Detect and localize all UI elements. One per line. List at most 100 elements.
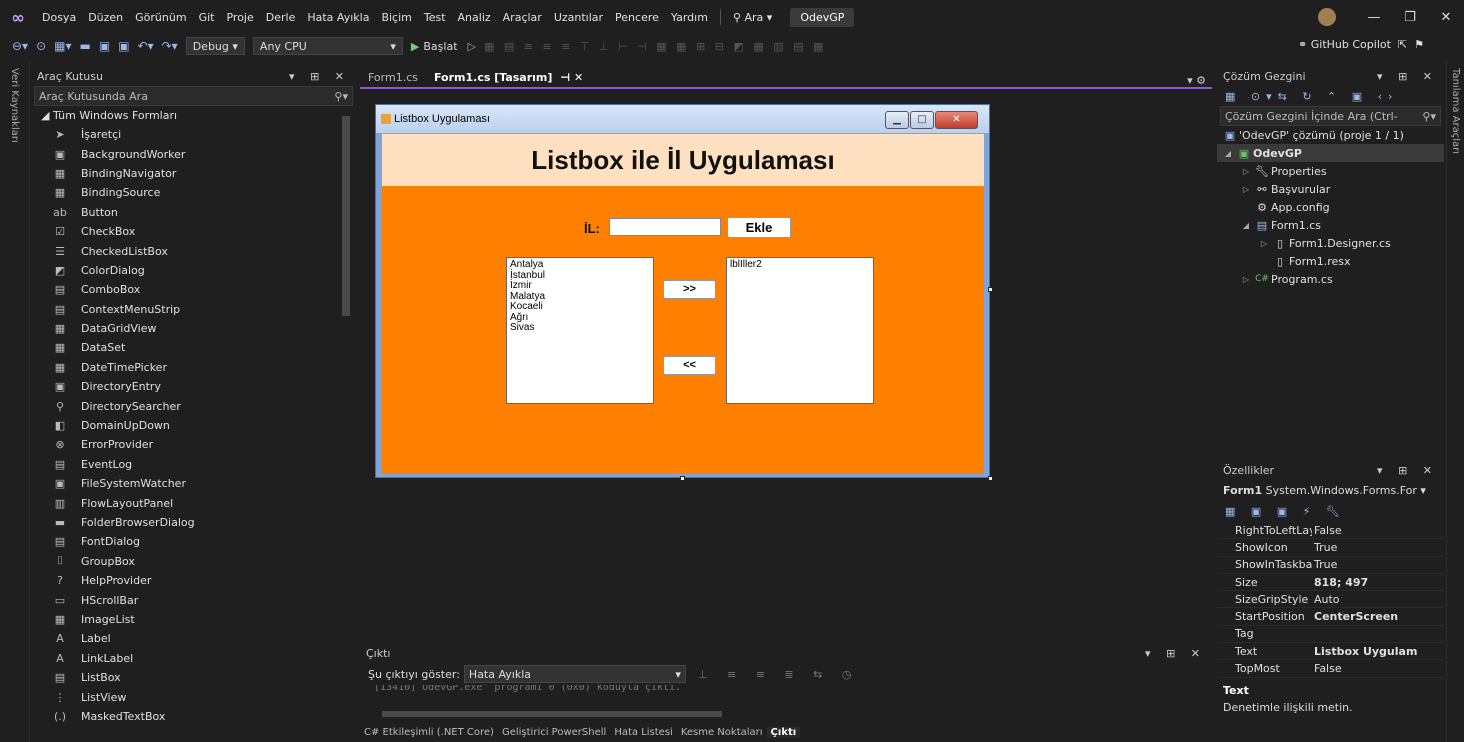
list-item[interactable]: Antalya [510,259,650,271]
menu-item[interactable]: Test [418,11,452,24]
toolbox-item[interactable]: ▣ BackgroundWorker [31,144,356,163]
tree-item-references[interactable]: ▷ ⚯ Başvurular [1217,180,1444,198]
move-left-button[interactable]: << [663,356,716,375]
menu-item[interactable]: Proje [220,11,259,24]
property-value[interactable]: True [1312,541,1337,554]
tree-item-form1-designer[interactable]: ▷ ▯ Form1.Designer.cs [1217,234,1444,252]
toolbox-item[interactable]: ▤ ContextMenuStrip [31,300,356,319]
expand-icon[interactable]: ▷ [1239,275,1253,284]
output-toolbar-icons[interactable]: ⊥ ≡ ≡ ≣ ⇆ ◷ [698,668,860,681]
designed-form[interactable]: Listbox Uygulaması ▁ □ ✕ Listbox ile İl … [375,104,990,478]
toolbox-item[interactable]: ▦ DataSet [31,338,356,357]
list-item[interactable]: İzmir [510,280,650,292]
menu-item[interactable]: Araçlar [497,11,548,24]
toolbox-item[interactable]: ▤ ListBox [31,668,356,687]
property-value[interactable]: True [1312,558,1337,571]
tree-item-form1-resx[interactable]: ▯ Form1.resx [1217,252,1444,270]
bottom-tab[interactable]: Hata Listesi [610,727,677,738]
toolbox-item[interactable]: ▦ ImageList [31,610,356,629]
toolbox-item[interactable]: ⊗ ErrorProvider [31,435,356,454]
toolbox-item[interactable]: ▣ FileSystemWatcher [31,474,356,493]
solution-search-input[interactable]: Çözüm Gezgini İçinde Ara (Ctrl- ⚲▾ [1220,106,1441,126]
output-source-select[interactable]: Hata Ayıkla ▾ [463,665,686,683]
resize-handle-bottom[interactable] [680,476,685,481]
toolbox-item[interactable]: ab Button [31,203,356,222]
solution-toolbar[interactable]: ▦ ⊙▾⇆ ↻ ⌃ ▣ ‹› [1217,86,1444,106]
platform-select[interactable]: Any CPU ▾ [252,37,403,55]
toolbox-item[interactable]: ☰ CheckedListBox [31,241,356,260]
toolbox-item[interactable]: ⌷ GroupBox [31,552,356,571]
start-icon[interactable]: ▶ [407,40,423,53]
menu-item[interactable]: Dosya [36,11,82,24]
expand-icon[interactable]: ◢ [1239,221,1253,230]
new-project-icon[interactable]: ▦▾ [50,39,75,53]
toolbox-item[interactable]: (.) MaskedTextBox [31,707,356,726]
property-row[interactable]: SizeGripStyle Auto [1217,591,1444,609]
toolbox-item[interactable]: ▤ ComboBox [31,280,356,299]
add-button[interactable]: Ekle [727,217,791,238]
expand-icon[interactable]: ◢ [1221,149,1235,158]
property-row[interactable]: ShowIcon True [1217,539,1444,557]
form-minimize-icon[interactable]: ▁ [885,111,909,129]
move-right-button[interactable]: >> [663,280,716,299]
toolbox-item[interactable]: ▣ DirectoryEntry [31,377,356,396]
properties-object-select[interactable]: Form1 System.Windows.Forms.For ▾ [1217,480,1444,500]
property-row[interactable]: StartPosition CenterScreen [1217,608,1444,626]
form-close-icon[interactable]: ✕ [935,111,978,129]
save-icon[interactable]: ▣ [95,39,114,53]
property-row[interactable]: Size 818; 497 [1217,574,1444,592]
toolbox-item[interactable]: ▦ DateTimePicker [31,358,356,377]
back-icon[interactable]: ⊖▾ [8,39,32,53]
toolbox-item[interactable]: ▭ HScrollBar [31,590,356,609]
close-icon[interactable]: ✕ [1428,10,1464,25]
open-icon[interactable]: ▬ [76,39,95,53]
menu-item[interactable]: Git [193,11,221,24]
toolbox-item[interactable]: ▤ FontDialog [31,532,356,551]
forward-icon[interactable]: ⊙ [32,39,50,53]
settings-gear-icon[interactable]: ▾ ⚙ [1187,74,1212,87]
toolbox-item[interactable]: ▥ FlowLayoutPanel [31,493,356,512]
toolbox-item[interactable]: ? HelpProvider [31,571,356,590]
menu-item[interactable]: Biçim [375,11,417,24]
avatar[interactable] [1318,8,1336,26]
tree-item-form1[interactable]: ◢ ▤ Form1.cs [1217,216,1444,234]
properties-toolbar[interactable]: ▦ ▣ ▣ ⚡ 🔧︎ [1217,500,1444,522]
toolbox-item[interactable]: ▦ DataGridView [31,319,356,338]
bottom-tab[interactable]: Çıktı [766,726,801,738]
il-input[interactable] [609,218,721,236]
toolbox-item[interactable]: A Label [31,629,356,648]
toolbox-item[interactable]: ▦ BindingNavigator [31,164,356,183]
output-hscrollbar[interactable] [368,711,1204,719]
tree-item-properties[interactable]: ▷ 🔧︎ Properties [1217,162,1444,180]
bottom-tab[interactable]: Kesme Noktaları [677,727,767,738]
property-value[interactable]: Listbox Uygulam [1312,645,1417,658]
property-value[interactable]: False [1312,662,1342,675]
resize-handle-corner[interactable] [988,476,993,481]
project-name-badge[interactable]: OdevGP [790,7,855,27]
menu-item[interactable]: Analiz [452,11,497,24]
search-icon[interactable]: ⚲▾ [1422,110,1436,123]
copilot-button[interactable]: ⚭ GitHub Copilot ⇱ ⚑ [1298,38,1424,51]
menu-item[interactable]: Pencere [609,11,665,24]
menu-item[interactable]: Derle [260,11,302,24]
expand-icon[interactable]: ▷ [1257,239,1271,248]
toolbox-item[interactable]: ◧ DomainUpDown [31,416,356,435]
menu-item[interactable]: Hata Ayıkla [301,11,375,24]
toolbox-group[interactable]: ◢ Tüm Windows Formları [31,106,356,125]
list-item[interactable]: Sivas [510,322,650,334]
tree-item-appconfig[interactable]: ⚙ App.config [1217,198,1444,216]
toolbox-item[interactable]: ⋮ ListView [31,687,356,706]
list-item[interactable]: Kocaeli [510,301,650,313]
toolbox-item[interactable]: ▬ FolderBrowserDialog [31,513,356,532]
expand-icon[interactable]: ▷ [1239,167,1253,176]
toolbox-item[interactable]: ◩ ColorDialog [31,261,356,280]
toolbox-scrollbar[interactable] [342,116,350,316]
diagnostic-tools-strip[interactable]: Tanılama Araçları [1446,62,1464,742]
tree-item-program[interactable]: ▷ C# Program.cs [1217,270,1444,288]
resize-handle-right[interactable] [988,287,993,292]
search-menu[interactable]: ⚲ Ara ▾ [727,11,778,24]
search-icon[interactable]: ⚲▾ [334,90,348,103]
menu-item[interactable]: Görünüm [129,11,192,24]
panel-controls[interactable]: ▾ ⊞ ✕ [1377,464,1438,477]
redo-icon[interactable]: ↷▾ [158,39,182,53]
